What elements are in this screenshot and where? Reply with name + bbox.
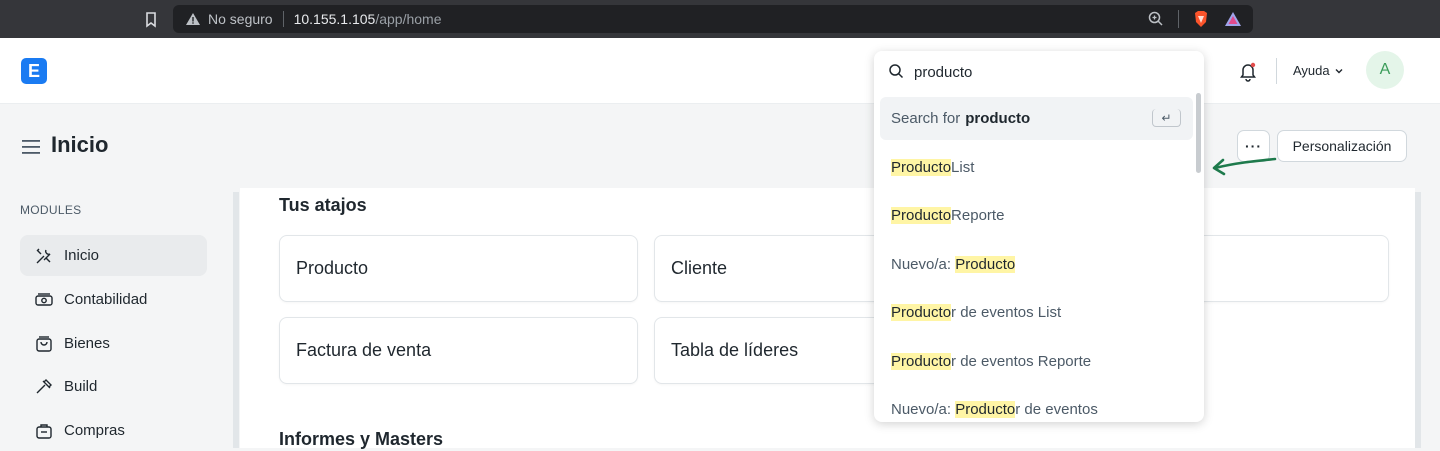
dropdown-scrollbar[interactable] (1196, 93, 1201, 173)
result-prefix: Nuevo/a: (891, 256, 956, 273)
search-result[interactable]: Nuevo/a: Producto (880, 243, 1193, 286)
sidebar-item-contabilidad[interactable]: Contabilidad (20, 279, 207, 320)
sidebar-scrollbar[interactable] (233, 192, 239, 448)
sidebar: MODULES Inicio Contabilidad Bienes Build… (0, 188, 232, 448)
sidebar-item-compras[interactable]: Compras (20, 410, 207, 451)
sidebar-item-bienes[interactable]: Bienes (20, 323, 207, 364)
search-bar (874, 51, 1204, 91)
shortcut-card[interactable]: Factura de venta (279, 317, 638, 384)
search-dropdown: Search for producto ↵ Producto List Prod… (874, 51, 1204, 422)
url-path: /app/home (375, 11, 442, 27)
bookmark-icon[interactable] (141, 9, 161, 29)
search-result[interactable]: Producto List (880, 146, 1193, 189)
shortcut-card[interactable]: Producto (279, 235, 638, 302)
annotation-arrow-icon (1212, 157, 1277, 176)
sidebar-item-label: Inicio (64, 247, 100, 264)
brave-shield-icon[interactable] (1191, 9, 1211, 29)
security-status: No seguro (208, 11, 273, 27)
result-highlight: Producto (891, 159, 952, 176)
avatar[interactable]: A (1366, 51, 1404, 89)
zoom-icon[interactable] (1146, 9, 1166, 29)
search-for-prefix: Search for (891, 110, 961, 127)
result-highlight: Producto (955, 401, 1016, 418)
result-highlight: Producto (891, 207, 952, 224)
result-suffix: List (951, 159, 975, 176)
result-suffix: r de eventos List (951, 304, 1062, 321)
box-icon (36, 335, 52, 352)
help-dropdown[interactable]: Ayuda (1293, 63, 1344, 78)
reports-title: Informes y Masters (279, 429, 444, 449)
shortcuts-title: Tus atajos (279, 195, 367, 215)
rewards-icon[interactable] (1223, 9, 1243, 29)
search-for-query: producto (965, 110, 1031, 127)
url-actions (1146, 9, 1243, 29)
warning-icon (186, 13, 200, 25)
chevron-down-icon (1335, 68, 1343, 73)
sidebar-item-build[interactable]: Build (20, 366, 207, 407)
result-suffix: Reporte (951, 207, 1005, 224)
tools-icon (36, 248, 51, 263)
result-suffix: r de eventos (1015, 401, 1098, 418)
divider (1178, 10, 1179, 28)
result-highlight: Producto (891, 353, 952, 370)
browser-chrome: No seguro 10.155.1.105 /app/home (0, 0, 1440, 38)
navbar-divider (1276, 58, 1277, 84)
sidebar-item-label: Contabilidad (64, 291, 148, 308)
url-divider (282, 11, 284, 27)
page-title: Inicio (51, 132, 109, 157)
result-suffix: r de eventos Reporte (951, 353, 1092, 370)
customize-button[interactable]: Personalización (1277, 130, 1407, 162)
search-result[interactable]: Producto Reporte (880, 194, 1193, 237)
result-highlight: Producto (891, 304, 952, 321)
search-result[interactable]: Producto r de eventos Reporte (880, 340, 1193, 383)
result-highlight: Producto (955, 256, 1016, 273)
sidebar-item-inicio[interactable]: Inicio (20, 235, 207, 276)
menu-toggle-icon[interactable] (22, 140, 40, 154)
sidebar-heading: MODULES (20, 203, 82, 217)
cart-icon (36, 423, 52, 439)
sidebar-item-label: Bienes (64, 335, 110, 352)
main-scrollbar[interactable] (1415, 192, 1421, 448)
hammer-icon (36, 378, 52, 393)
search-for-option[interactable]: Search for producto ↵ (880, 97, 1193, 140)
result-prefix: Nuevo/a: (891, 401, 956, 418)
sidebar-item-label: Compras (64, 422, 125, 439)
search-input[interactable] (914, 61, 1184, 83)
address-bar[interactable]: No seguro 10.155.1.105 /app/home (173, 5, 1253, 33)
search-result[interactable]: Nuevo/a: Producto r de eventos (880, 388, 1193, 422)
url-host: 10.155.1.105 (293, 11, 376, 27)
app-logo[interactable]: E (21, 58, 47, 84)
main-content: Tus atajos Producto Cliente Factura de v… (240, 188, 1415, 449)
search-icon (889, 64, 904, 79)
sidebar-item-label: Build (64, 378, 98, 395)
enter-key-icon: ↵ (1152, 109, 1181, 127)
search-result[interactable]: Producto r de eventos List (880, 291, 1193, 334)
app-navbar: E Ayuda A (0, 38, 1440, 104)
money-icon (35, 292, 53, 306)
help-label: Ayuda (1293, 63, 1330, 78)
notification-bell-icon[interactable] (1237, 60, 1259, 82)
